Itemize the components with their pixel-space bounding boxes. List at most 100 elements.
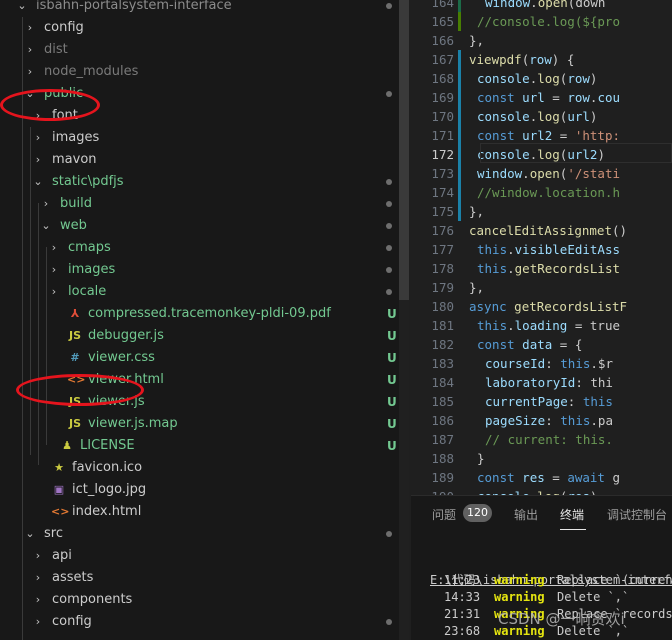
- git-gutter-change-marker: [458, 164, 461, 183]
- code-text: console.log(url): [477, 109, 598, 124]
- chevron-down-icon[interactable]: ⌄: [30, 171, 46, 193]
- terminal-message: Delete `,`: [557, 590, 630, 604]
- chevron-right-icon[interactable]: ›: [30, 127, 46, 149]
- code-line[interactable]: 186 pageSize: this.pa: [411, 411, 672, 430]
- javascript-file-icon: JS: [68, 329, 81, 342]
- code-line[interactable]: 180 async getRecordsListF: [411, 297, 672, 316]
- code-line[interactable]: 173 window.open('/stati: [411, 164, 672, 183]
- code-text: }: [477, 451, 485, 466]
- code-line[interactable]: 168 console.log(row): [411, 69, 672, 88]
- code-line[interactable]: 181 this.loading = true: [411, 316, 672, 335]
- tree-file-compressed-tracemonkey-pldi-09-pdf[interactable]: ⅄ compressed.tracemonkey-pldi-09.pdf U: [0, 303, 400, 325]
- code-line[interactable]: 176 cancelEditAssignmet(): [411, 221, 672, 240]
- chevron-down-icon[interactable]: ⌄: [38, 215, 54, 237]
- tree-folder-config[interactable]: › config: [0, 611, 400, 633]
- git-gutter-change-marker: [458, 12, 461, 31]
- chevron-right-icon[interactable]: ›: [30, 611, 46, 633]
- tree-folder-config[interactable]: › config: [0, 17, 400, 39]
- chevron-right-icon[interactable]: ›: [22, 17, 38, 39]
- code-line[interactable]: 185 currentPage: this: [411, 392, 672, 411]
- chevron-right-icon[interactable]: ›: [22, 39, 38, 61]
- tree-folder-isbahn-portalsystem-interface[interactable]: ⌄ isbahn-portalsystem-interface: [0, 0, 400, 17]
- tab-problems[interactable]: 问题: [432, 506, 456, 523]
- code-text: currentPage: this: [485, 394, 613, 409]
- code-line[interactable]: 188}: [411, 449, 672, 468]
- chevron-right-icon[interactable]: ›: [30, 545, 46, 567]
- chevron-right-icon[interactable]: ›: [46, 237, 62, 259]
- tree-item-label: viewer.js.map: [88, 416, 178, 431]
- explorer-scrollbar-thumb[interactable]: [399, 0, 409, 300]
- tree-item-label: debugger.js: [88, 328, 164, 343]
- tree-item-label: isbahn-portalsystem-interface: [36, 0, 232, 13]
- css-file-icon: #: [70, 351, 80, 364]
- tab-output[interactable]: 输出: [514, 506, 538, 523]
- code-line[interactable]: 164 window.open(down: [411, 0, 672, 12]
- code-line[interactable]: 169 const url = row.cou: [411, 88, 672, 107]
- tree-file-favicon-ico[interactable]: ★ favicon.ico: [0, 457, 400, 479]
- tree-item-label: config: [44, 20, 84, 35]
- code-line[interactable]: 165 //console.log(${pro: [411, 12, 672, 31]
- code-line[interactable]: 174 //window.location.h: [411, 183, 672, 202]
- tree-folder-dist[interactable]: › dist: [0, 39, 400, 61]
- tree-folder-images[interactable]: › images: [0, 127, 400, 149]
- tree-folder-web[interactable]: ⌄ web: [0, 215, 400, 237]
- terminal-location: 21:31: [444, 607, 481, 621]
- tree-folder-components[interactable]: › components: [0, 589, 400, 611]
- tree-folder-static-pdfjs[interactable]: ⌄ static\pdfjs: [0, 171, 400, 193]
- tree-folder-mavon[interactable]: › mavon: [0, 149, 400, 171]
- chevron-right-icon[interactable]: ›: [30, 589, 46, 611]
- tree-folder-locale[interactable]: › locale: [0, 281, 400, 303]
- chevron-right-icon[interactable]: ›: [22, 61, 38, 83]
- git-untracked-badge: U: [387, 307, 397, 321]
- chevron-right-icon[interactable]: ›: [30, 149, 46, 171]
- code-editor[interactable]: 164 window.open(down 165 //console.log(${pr…: [411, 0, 672, 495]
- problems-count-badge: 120: [463, 504, 492, 522]
- tree-file-ict-logo-jpg[interactable]: ▣ ict_logo.jpg: [0, 479, 400, 501]
- chevron-right-icon[interactable]: ›: [46, 281, 62, 303]
- chevron-down-icon[interactable]: ⌄: [14, 0, 30, 17]
- chevron-down-icon[interactable]: ⌄: [22, 523, 38, 545]
- code-line[interactable]: 183 courseId: this.$r: [411, 354, 672, 373]
- tree-file-viewer-css[interactable]: # viewer.css U: [0, 347, 400, 369]
- tree-folder-api[interactable]: › api: [0, 545, 400, 567]
- tree-folder-images[interactable]: › images: [0, 259, 400, 281]
- chevron-right-icon[interactable]: ›: [38, 193, 54, 215]
- code-line[interactable]: 190 console.log(res): [411, 487, 672, 495]
- code-line[interactable]: 187 // current: this.: [411, 430, 672, 449]
- terminal-message: Replace `(current: [557, 573, 672, 587]
- tab-terminal[interactable]: 终端: [560, 506, 584, 523]
- code-line[interactable]: 170 console.log(url): [411, 107, 672, 126]
- tree-file-viewer-js-map[interactable]: JS viewer.js.map U: [0, 413, 400, 435]
- tree-file-debugger-js[interactable]: JS debugger.js U: [0, 325, 400, 347]
- tree-folder-build[interactable]: › build: [0, 193, 400, 215]
- code-line[interactable]: 177 this.visibleEditAss: [411, 240, 672, 259]
- code-line[interactable]: 166},: [411, 31, 672, 50]
- tree-folder-assets[interactable]: › assets: [0, 567, 400, 589]
- tree-folder-node-modules[interactable]: › node_modules: [0, 61, 400, 83]
- git-untracked-badge: U: [387, 329, 397, 343]
- tree-file-license[interactable]: ♟ LICENSE U: [0, 435, 400, 457]
- code-line[interactable]: 189 const res = await g: [411, 468, 672, 487]
- chevron-right-icon[interactable]: ›: [30, 567, 46, 589]
- tree-folder-src[interactable]: ⌄ src: [0, 523, 400, 545]
- code-text: const data = {: [477, 337, 583, 352]
- code-line[interactable]: 184 laboratoryId: thi: [411, 373, 672, 392]
- git-gutter-change-marker: [458, 0, 461, 12]
- code-line[interactable]: 178 this.getRecordsList: [411, 259, 672, 278]
- git-untracked-badge: U: [387, 351, 397, 365]
- code-line[interactable]: 175},: [411, 202, 672, 221]
- favicon-star-icon: ★: [54, 461, 64, 474]
- code-line[interactable]: 182 const data = {: [411, 335, 672, 354]
- tab-debug-console[interactable]: 调试控制台: [607, 506, 667, 523]
- line-number: 172: [431, 147, 454, 162]
- terminal-warning-label: warning: [494, 590, 545, 604]
- code-line[interactable]: 167 viewpdf(row) {: [411, 50, 672, 69]
- code-text: async getRecordsListF: [469, 299, 628, 314]
- tree-file-index-html[interactable]: <> index.html: [0, 501, 400, 523]
- tree-folder-cmaps[interactable]: › cmaps: [0, 237, 400, 259]
- chevron-right-icon[interactable]: ›: [46, 259, 62, 281]
- tree-item-label: LICENSE: [80, 438, 135, 453]
- code-text: laboratoryId: thi: [485, 375, 613, 390]
- git-modified-dot: [386, 91, 392, 97]
- code-line[interactable]: 179},: [411, 278, 672, 297]
